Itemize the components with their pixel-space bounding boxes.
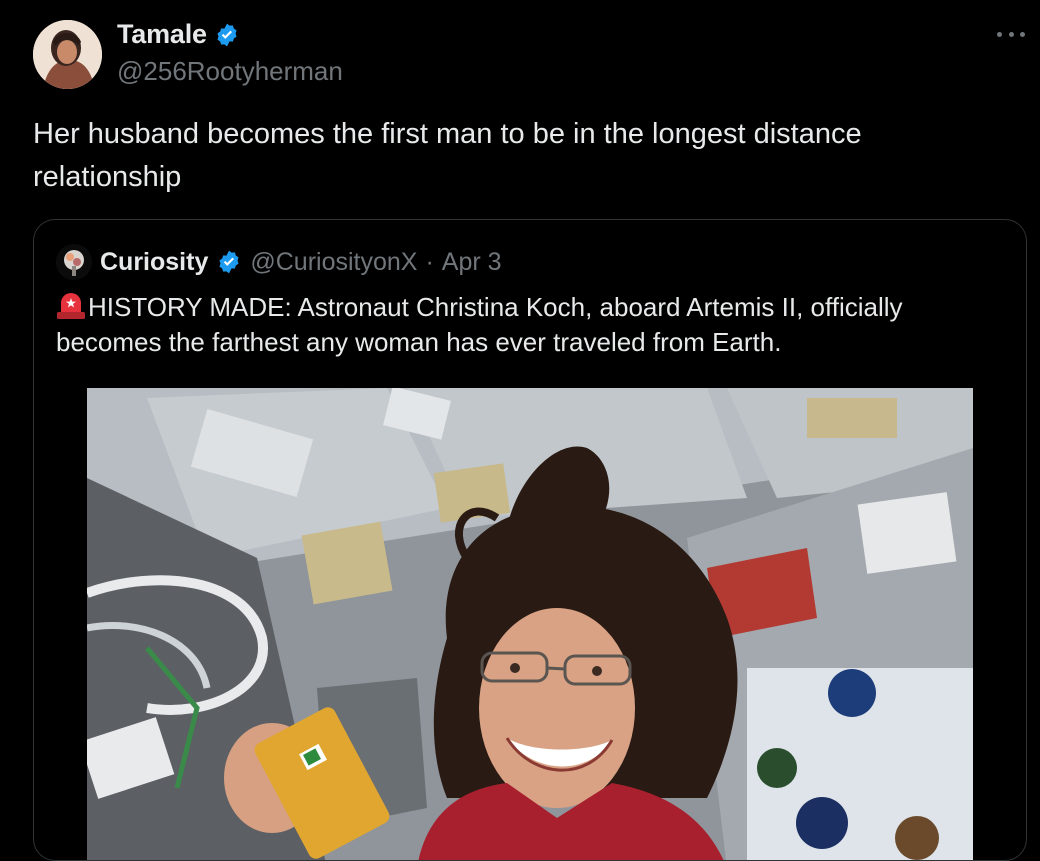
author-avatar[interactable] — [33, 20, 102, 89]
author-handle[interactable]: @256Rootyherman — [117, 56, 343, 87]
quoted-text-body: HISTORY MADE: Astronaut Christina Koch, … — [56, 292, 903, 357]
separator-dot: · — [425, 247, 434, 276]
police-car-light-icon — [57, 293, 85, 319]
quoted-tweet-text: HISTORY MADE: Astronaut Christina Koch, … — [56, 290, 996, 360]
quoted-tweet-card[interactable]: Curiosity @CuriosityonX · Apr 3 HISTORY … — [33, 219, 1027, 861]
quoted-tweet-header: Curiosity @CuriosityonX · Apr 3 — [56, 244, 502, 280]
astronaut-photo[interactable] — [87, 388, 973, 860]
tweet-text: Her husband becomes the first man to be … — [33, 118, 862, 193]
more-horizontal-icon — [997, 31, 1002, 37]
more-options-button[interactable] — [997, 22, 1025, 46]
author-display-name[interactable]: Tamale — [117, 19, 207, 50]
verified-badge-icon[interactable] — [214, 22, 240, 48]
quoted-date[interactable]: Apr 3 — [442, 248, 502, 277]
quoted-author-handle[interactable]: @CuriosityonX — [250, 248, 417, 277]
author-name-row: Tamale — [117, 19, 240, 50]
quoted-author-display-name[interactable]: Curiosity — [100, 248, 208, 277]
quoted-author-avatar[interactable] — [56, 244, 92, 280]
quoted-verified-badge-icon[interactable] — [216, 249, 242, 275]
